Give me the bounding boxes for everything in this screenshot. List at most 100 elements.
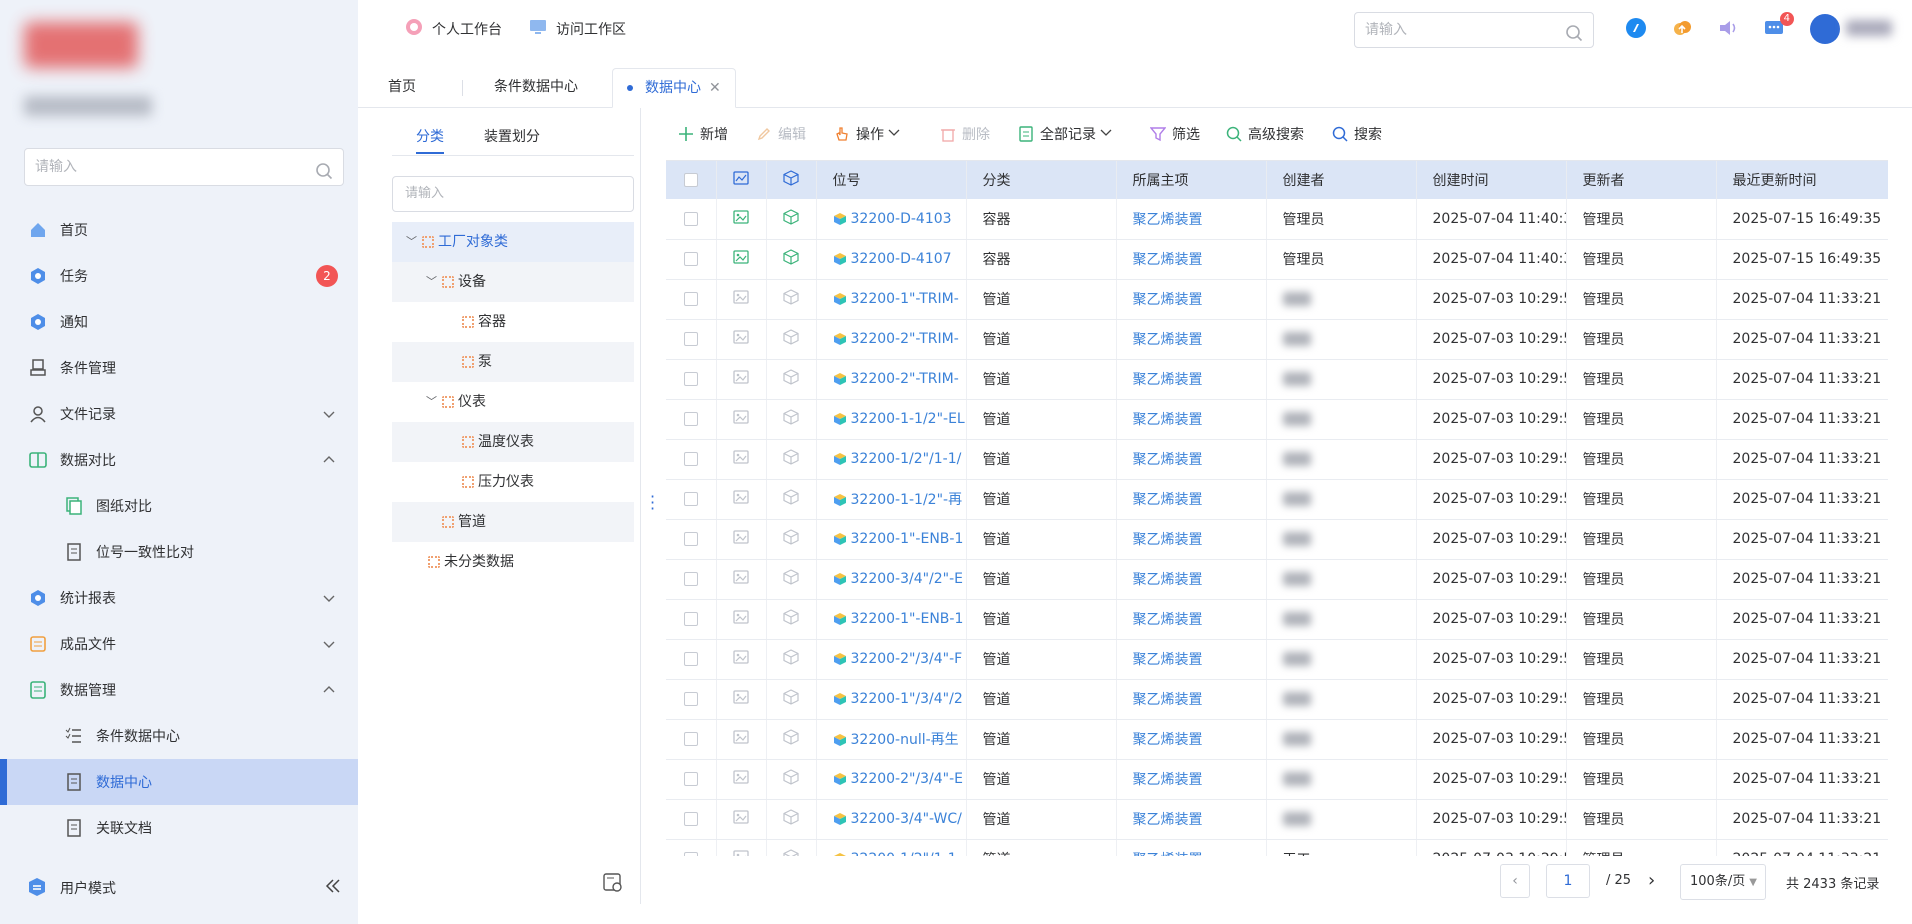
all-records-dropdown[interactable]: 全部记录 (1018, 124, 1112, 144)
table-row[interactable]: 32200-3/4"/2"-E 管道 聚乙烯装置 2025-07-03 10:29:5… (666, 559, 1888, 600)
cell-main-item[interactable]: 聚乙烯装置 (1116, 439, 1267, 480)
model-icon[interactable] (766, 719, 817, 760)
checkbox[interactable] (683, 292, 698, 306)
drawing-icon[interactable] (716, 679, 767, 720)
model-icon[interactable] (766, 399, 817, 440)
personal-workspace-link[interactable]: 个人工作台 (404, 17, 502, 41)
checkbox[interactable] (683, 772, 698, 786)
tag-link[interactable]: 32200-1"-ENB-1 (851, 611, 964, 627)
row-checkbox[interactable] (666, 719, 717, 760)
row-checkbox[interactable] (666, 839, 717, 856)
tree-search-input[interactable]: 请输入 (392, 176, 634, 212)
row-checkbox[interactable] (666, 439, 717, 480)
drawing-icon[interactable] (716, 519, 767, 560)
row-checkbox[interactable] (666, 759, 717, 800)
drawing-icon[interactable] (716, 839, 767, 856)
column-create-time[interactable]: 创建时间 (1416, 161, 1567, 199)
tag-link[interactable]: 32200-2"/3/4"-F (851, 651, 963, 667)
model-icon[interactable] (766, 839, 817, 856)
drawing-icon[interactable] (716, 719, 767, 760)
main-item-link[interactable]: 聚乙烯装置 (1133, 652, 1203, 668)
speaker-icon[interactable] (1716, 16, 1742, 42)
row-checkbox[interactable] (666, 239, 717, 280)
main-item-link[interactable]: 聚乙烯装置 (1133, 532, 1203, 548)
compass-icon[interactable] (1624, 16, 1650, 42)
cell-tag[interactable]: 32200-2"-TRIM- (816, 319, 967, 360)
main-item-link[interactable]: 聚乙烯装置 (1133, 812, 1203, 828)
table-row[interactable]: 32200-null-再生 管道 聚乙烯装置 2025-07-03 10:29:5 管理… (666, 719, 1888, 760)
drawing-icon[interactable] (716, 559, 767, 600)
close-icon[interactable]: ✕ (709, 80, 721, 96)
table-row[interactable]: 32200-1-1/2"-再 管道 聚乙烯装置 2025-07-03 10:29:5 管… (666, 479, 1888, 520)
drawing-icon[interactable] (716, 279, 767, 320)
tag-link[interactable]: 32200-2"/3/4"-E (851, 771, 964, 787)
cell-tag[interactable]: 32200-1/2"/1-1/ (816, 439, 967, 480)
table-row[interactable]: 32200-1"-ENB-1 管道 聚乙烯装置 2025-07-03 10:29:5 管… (666, 519, 1888, 560)
cell-tag[interactable]: 32200-D-4107 (816, 239, 967, 280)
row-checkbox[interactable] (666, 479, 717, 520)
tab-condition-data-center[interactable]: 条件数据中心 (480, 68, 592, 108)
row-checkbox[interactable] (666, 599, 717, 640)
table-row[interactable]: 32200-3/4"-WC/管道 聚乙烯装置 2025-07-03 10:29:5 管… (666, 799, 1888, 840)
model-icon[interactable] (766, 239, 817, 280)
checkbox[interactable] (683, 211, 698, 226)
sidebar-item-data-center[interactable]: 数据中心 (0, 759, 358, 805)
cell-tag[interactable]: 32200-3/4"-WC/ (816, 799, 967, 840)
page-number-input[interactable]: 1 (1546, 864, 1590, 898)
column-tag[interactable]: 位号 (816, 161, 967, 199)
search-icon[interactable] (315, 158, 333, 194)
tree-settings-icon[interactable] (602, 872, 624, 898)
drawing-icon[interactable] (716, 199, 767, 240)
checkbox[interactable] (683, 572, 698, 586)
checkbox[interactable] (683, 173, 698, 187)
tag-link[interactable]: 32200-3/4"/2"-E (851, 571, 964, 587)
checkbox[interactable] (683, 692, 698, 706)
cell-main-item[interactable]: 聚乙烯装置 (1116, 799, 1267, 840)
table-row[interactable]: 32200-1/2"/1-1/管道 聚乙烯装置 2025-07-03 10:29:5… (666, 439, 1888, 480)
select-all-checkbox[interactable] (666, 161, 717, 199)
cell-main-item[interactable]: 聚乙烯装置 (1116, 519, 1267, 560)
add-button[interactable]: 新增 (678, 124, 728, 144)
visit-workspace-link[interactable]: 访问工作区 (528, 17, 626, 41)
message-icon[interactable]: 4 (1762, 12, 1794, 42)
cell-tag[interactable]: 32200-1"-TRIM- (816, 279, 967, 320)
checkbox[interactable] (683, 252, 698, 266)
column-category[interactable]: 分类 (966, 161, 1117, 199)
tag-link[interactable]: 32200-D-4107 (851, 251, 952, 267)
sidebar-item-related-docs[interactable]: 关联文档 (0, 805, 358, 851)
model-icon[interactable] (766, 199, 817, 240)
table-row[interactable]: 32200-2"/3/4"-E 管道 聚乙烯装置 2025-07-03 10:29:5… (666, 759, 1888, 800)
tree-node-vessel[interactable]: 容器 (392, 302, 634, 342)
row-checkbox[interactable] (666, 519, 717, 560)
model-icon[interactable] (766, 519, 817, 560)
tree-node-pump[interactable]: 泵 (392, 342, 634, 382)
model-icon[interactable] (766, 759, 817, 800)
cell-main-item[interactable]: 聚乙烯装置 (1116, 639, 1267, 680)
model-icon[interactable] (766, 359, 817, 400)
table-row[interactable]: 32200-1"/3/4"/2 管道 聚乙烯装置 2025-07-03 10:29:5… (666, 679, 1888, 720)
cell-main-item[interactable]: 聚乙烯装置 (1116, 599, 1267, 640)
user-mode-switch[interactable]: 用户模式 (0, 865, 358, 911)
cell-main-item[interactable]: 聚乙烯装置 (1116, 279, 1267, 320)
search-button[interactable]: 搜索 (1332, 124, 1382, 144)
cell-tag[interactable]: 32200-1-1/2"-EL (816, 399, 967, 440)
delete-button[interactable]: 删除 (940, 124, 990, 144)
prev-page-button[interactable]: ‹ (1500, 864, 1530, 898)
tab-category[interactable]: 分类 (416, 126, 444, 154)
tag-link[interactable]: 32200-3/4"-WC/ (851, 811, 962, 827)
table-row[interactable]: 32200-2"-TRIM- 管道 聚乙烯装置 2025-07-03 10:29:5 管… (666, 319, 1888, 360)
checkbox[interactable] (683, 612, 698, 626)
model-icon[interactable] (766, 279, 817, 320)
checkbox[interactable] (683, 732, 698, 746)
cell-tag[interactable]: 32200-1/2"/1-1 (816, 839, 967, 856)
checkbox[interactable] (683, 452, 698, 466)
checkbox[interactable] (683, 652, 698, 666)
sidebar-item-data-compare[interactable]: 数据对比 (0, 437, 358, 483)
cell-tag[interactable]: 32200-1"/3/4"/2 (816, 679, 967, 720)
user-name[interactable] (1846, 20, 1892, 36)
tag-link[interactable]: 32200-D-4103 (851, 211, 952, 227)
checkbox[interactable] (683, 492, 698, 506)
table-row[interactable]: 32200-1/2"/1-1 管道聚乙烯装置 王工2025-07-03 10:29:… (666, 839, 1888, 856)
drawing-icon[interactable] (716, 359, 767, 400)
main-item-link[interactable]: 聚乙烯装置 (1133, 452, 1203, 468)
